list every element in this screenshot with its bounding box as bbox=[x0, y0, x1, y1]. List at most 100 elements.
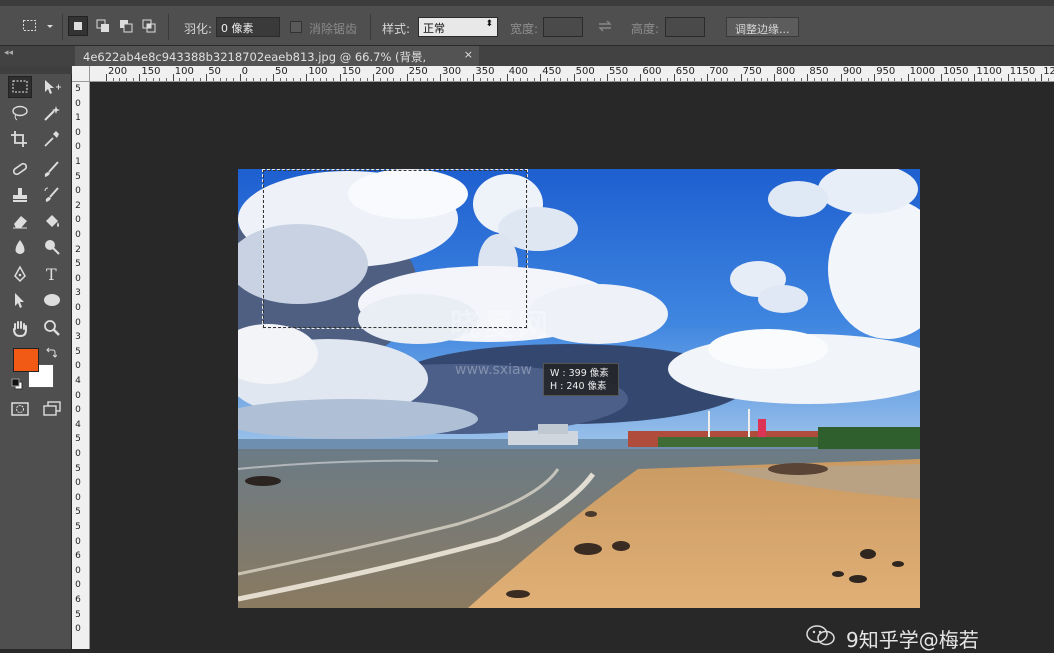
divider bbox=[62, 14, 63, 40]
ruler-tick bbox=[139, 74, 141, 81]
new-selection-icon[interactable] bbox=[68, 16, 88, 36]
ruler-label: 0 bbox=[241, 66, 248, 77]
ruler-tick bbox=[573, 74, 575, 81]
toolbox-header[interactable] bbox=[0, 66, 72, 74]
ruler-tick bbox=[874, 74, 876, 81]
ruler-label: 0 bbox=[75, 624, 81, 635]
style-select-value: 正常 bbox=[423, 22, 445, 35]
ruler-label: 0 bbox=[75, 361, 81, 372]
eraser-tool-icon[interactable] bbox=[8, 210, 32, 232]
ruler-label: 250 bbox=[408, 66, 428, 77]
ruler-label: 3 bbox=[75, 332, 81, 343]
paint-bucket-tool-icon[interactable] bbox=[40, 210, 64, 232]
subtract-from-selection-icon[interactable] bbox=[118, 18, 134, 34]
ruler-label: 0 bbox=[75, 449, 81, 459]
eyedropper-tool-icon[interactable] bbox=[40, 128, 64, 150]
move-tool-icon[interactable] bbox=[40, 76, 64, 98]
ruler-label: 6 bbox=[75, 551, 81, 562]
quick-mask-icon[interactable] bbox=[8, 398, 32, 420]
foreground-color-swatch[interactable] bbox=[13, 348, 39, 372]
healing-brush-tool-icon[interactable] bbox=[8, 158, 32, 180]
ruler-label: 0 bbox=[75, 478, 81, 489]
brush-tool-icon[interactable] bbox=[40, 158, 64, 180]
ruler-label: 850 bbox=[809, 66, 829, 77]
ruler-label: 100 bbox=[174, 66, 194, 77]
ruler-label: 5 bbox=[75, 346, 81, 357]
ruler-label: 0 bbox=[75, 230, 81, 240]
ruler-tick bbox=[607, 74, 608, 81]
ruler-tick bbox=[840, 74, 842, 81]
ruler-tick bbox=[740, 74, 742, 81]
ruler-label: 0 bbox=[75, 317, 81, 328]
intersect-selection-icon[interactable] bbox=[141, 18, 157, 34]
zoom-tool-icon[interactable] bbox=[40, 317, 64, 339]
ruler-tick bbox=[239, 74, 241, 81]
ruler-tick bbox=[206, 74, 208, 81]
ruler-label: 400 bbox=[508, 66, 528, 77]
ruler-label: 300 bbox=[442, 66, 462, 77]
ruler-tick bbox=[707, 74, 709, 81]
swap-colors-icon[interactable] bbox=[45, 347, 58, 359]
ruler-label: 0 bbox=[75, 536, 81, 547]
default-colors-icon[interactable] bbox=[11, 378, 23, 390]
ruler-label: 700 bbox=[709, 66, 729, 77]
style-select[interactable]: 正常 ⬍ bbox=[418, 17, 498, 37]
marquee-selection[interactable] bbox=[262, 169, 528, 329]
ruler-label: 1 bbox=[75, 157, 81, 167]
ruler-label: 2 bbox=[75, 200, 81, 211]
ruler-label: 1050 bbox=[943, 66, 969, 77]
ruler-label: 0 bbox=[75, 303, 81, 313]
magic-wand-tool-icon[interactable] bbox=[40, 102, 64, 124]
ruler-label: 200 bbox=[108, 66, 128, 77]
divider bbox=[168, 14, 169, 40]
ruler-tick bbox=[106, 74, 107, 81]
ruler-tick bbox=[1007, 74, 1009, 81]
ellipse-tool-icon[interactable] bbox=[40, 289, 64, 311]
lasso-tool-icon[interactable] bbox=[8, 102, 32, 124]
pen-tool-icon[interactable] bbox=[8, 263, 32, 285]
collapse-panel-icon[interactable]: ◂◂ bbox=[4, 48, 13, 58]
ruler-label: 4 bbox=[75, 419, 81, 430]
document-tab[interactable]: 4e622ab4e8c943388b3218702eaeb813.jpg @ 6… bbox=[75, 46, 479, 79]
ruler-label: 1000 bbox=[909, 66, 936, 77]
screen-mode-icon[interactable] bbox=[40, 398, 64, 420]
blur-tool-icon[interactable] bbox=[8, 236, 32, 258]
ruler-tick bbox=[774, 74, 775, 81]
rectangular-marquee-icon[interactable] bbox=[22, 18, 38, 34]
selection-height: H : 240 像素 bbox=[550, 381, 607, 392]
tool-preset-dropdown-icon[interactable] bbox=[45, 18, 55, 34]
refine-edge-button[interactable]: 调整边缘... bbox=[726, 17, 799, 37]
clone-stamp-tool-icon[interactable] bbox=[8, 184, 32, 206]
swap-width-height-icon[interactable] bbox=[597, 18, 613, 34]
ruler-label: 1 bbox=[75, 113, 81, 124]
hand-tool-icon[interactable] bbox=[8, 317, 32, 339]
crop-tool-icon[interactable] bbox=[8, 128, 32, 150]
path-selection-tool-icon[interactable] bbox=[8, 289, 32, 311]
ruler-label: 550 bbox=[609, 66, 629, 77]
ruler-label: 3 bbox=[75, 288, 81, 299]
ruler-label: 950 bbox=[876, 66, 896, 77]
ruler-label: 50 bbox=[275, 66, 288, 77]
type-tool-icon[interactable]: T bbox=[40, 263, 64, 285]
rectangular-marquee-tool-icon[interactable] bbox=[8, 76, 32, 98]
dodge-tool-icon[interactable] bbox=[40, 236, 64, 258]
ruler-label: 0 bbox=[75, 98, 81, 109]
close-tab-icon[interactable]: × bbox=[464, 48, 473, 61]
ruler-label: 150 bbox=[341, 66, 361, 77]
ruler-label: 800 bbox=[776, 66, 796, 77]
vertical-ruler: 5 0 1 0 0 1 5 0 2 0 0 2 5 0 3 0 0 3 5 0 4 0 0 4 5 0 5 0 0 5 5 0 6 0 0 6 5 0 bbox=[72, 82, 90, 649]
ruler-tick bbox=[306, 74, 308, 81]
ruler-label: 0 bbox=[75, 273, 81, 284]
feather-input[interactable]: 0 像素 bbox=[216, 17, 280, 37]
add-to-selection-icon[interactable] bbox=[95, 18, 111, 34]
history-brush-tool-icon[interactable] bbox=[40, 184, 64, 206]
ruler-origin[interactable] bbox=[72, 66, 90, 82]
ruler-label: 600 bbox=[642, 66, 662, 77]
width-input[interactable] bbox=[543, 17, 583, 37]
ruler-tick bbox=[473, 74, 475, 81]
height-input[interactable] bbox=[665, 17, 705, 37]
antialias-checkbox[interactable] bbox=[290, 21, 302, 33]
selection-width: W : 399 像素 bbox=[550, 368, 609, 379]
ruler-label: 120 bbox=[1043, 66, 1054, 77]
ruler-tick bbox=[506, 74, 508, 81]
